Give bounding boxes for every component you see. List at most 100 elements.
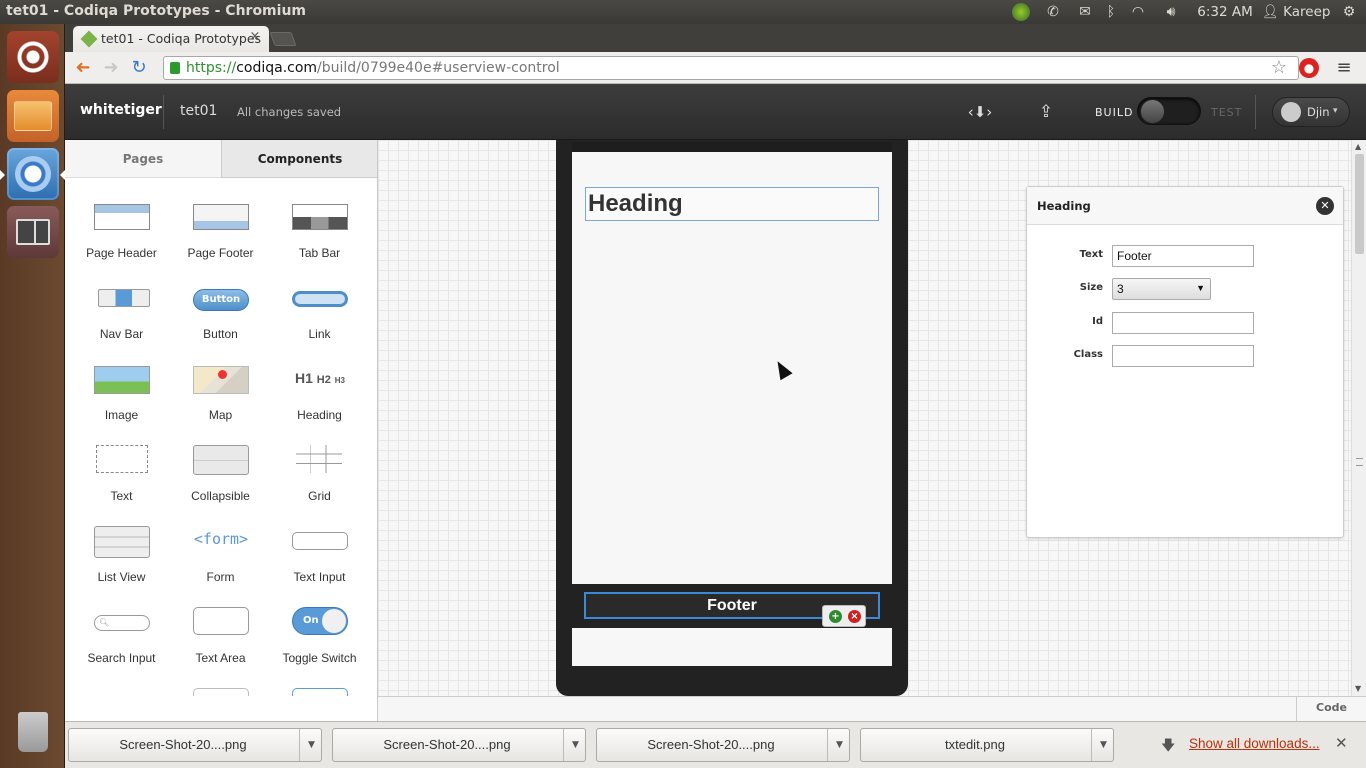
chromium-icon[interactable]	[7, 148, 59, 200]
clock[interactable]: 6:32 AM	[1196, 2, 1254, 22]
component-partial	[292, 688, 348, 696]
component-text[interactable]: Text	[72, 433, 171, 513]
component-grid[interactable]: Grid	[270, 433, 369, 513]
design-canvas[interactable]: Heading Footer + × Heading ✕ Text Footer…	[378, 140, 1351, 696]
component-list-view[interactable]: List View	[72, 514, 171, 594]
component-map[interactable]: Map	[171, 352, 270, 432]
component-form[interactable]: <form> Form	[171, 514, 270, 594]
download-item[interactable]: Screen-Shot-20....png ▼	[68, 728, 322, 762]
close-icon[interactable]: ✕	[1316, 197, 1334, 215]
workspace-switcher-icon[interactable]	[7, 206, 59, 258]
id-field[interactable]	[1112, 312, 1254, 334]
component-text-input[interactable]: Text Input	[270, 514, 369, 594]
url-text: https://codiqa.com/build/0799e40e#uservi…	[186, 60, 560, 76]
component-collapsible[interactable]: Collapsible	[171, 433, 270, 513]
account-name[interactable]: whitetiger	[80, 102, 162, 118]
tab-components[interactable]: Components	[221, 140, 377, 178]
chrome-menu-icon[interactable]: ≡	[1333, 57, 1355, 79]
bluetooth-icon[interactable]: ᛒ	[1102, 2, 1120, 22]
adblock-extension-icon[interactable]: ●	[1299, 58, 1319, 78]
mail-icon[interactable]: ✉	[1074, 2, 1096, 22]
heading-element[interactable]: Heading	[585, 187, 879, 221]
code-button[interactable]: Code	[1296, 697, 1366, 721]
export-code-icon[interactable]: ‹⬇›	[962, 100, 998, 124]
download-item[interactable]: txtedit.png ▼	[860, 728, 1114, 762]
canvas-scrollbar[interactable]: ▲ ▼	[1351, 140, 1366, 696]
map-pin-icon	[193, 366, 249, 394]
build-test-toggle[interactable]	[1137, 97, 1201, 125]
scroll-up-icon[interactable]: ▲	[1355, 142, 1361, 151]
forward-arrow-icon[interactable]: ➜	[99, 57, 123, 79]
scrollbar-thumb[interactable]	[1355, 154, 1364, 254]
heading-text: Heading	[588, 190, 683, 217]
header-divider	[1255, 95, 1256, 129]
form-icon: <form>	[193, 530, 249, 548]
page-footer[interactable]: Footer + ×	[572, 584, 892, 628]
text-field[interactable]: Footer	[1112, 245, 1254, 267]
download-item[interactable]: Screen-Shot-20....png ▼	[332, 728, 586, 762]
remove-icon[interactable]: ×	[848, 610, 861, 623]
settings-gear-icon[interactable]: ⚙	[1338, 2, 1360, 22]
class-field[interactable]	[1112, 345, 1254, 367]
wifi-icon[interactable]: ◠	[1126, 2, 1150, 22]
dash-home-icon[interactable]	[7, 31, 59, 83]
add-icon[interactable]: +	[829, 610, 842, 623]
window-title: tet01 - Codiqa Prototypes - Chromium	[6, 3, 307, 19]
project-name[interactable]: tet01	[180, 103, 217, 119]
component-search-input[interactable]: 🔍︎ Search Input	[72, 595, 171, 675]
component-page-footer[interactable]: Page Footer	[171, 190, 270, 270]
chevron-down-icon[interactable]: ▼	[563, 729, 587, 761]
codiqa-favicon-icon	[80, 30, 98, 48]
dropdown-caret-icon: ▼	[1196, 283, 1205, 293]
footer-text: Footer	[707, 597, 757, 614]
new-tab-button[interactable]	[269, 32, 297, 46]
close-icon[interactable]: ✕	[1335, 734, 1348, 752]
text-area-icon	[193, 607, 249, 635]
component-tab-bar[interactable]: Tab Bar	[270, 190, 369, 270]
component-button[interactable]: Button Button	[171, 271, 270, 351]
download-item[interactable]: Screen-Shot-20....png ▼	[596, 728, 850, 762]
component-page-header[interactable]: Page Header	[72, 190, 171, 270]
size-select[interactable]: 3 ▼	[1112, 278, 1211, 300]
prop-row-class: Class	[1027, 345, 1343, 369]
share-icon[interactable]: ⇪	[1033, 100, 1059, 124]
component-nav-bar[interactable]: Nav Bar	[72, 271, 171, 351]
page-header-bar[interactable]	[572, 142, 892, 152]
back-arrow-icon[interactable]: ➜	[71, 57, 95, 79]
tab-pages[interactable]: Pages	[65, 140, 221, 178]
code-panel-bar: Code	[378, 696, 1366, 721]
page-bottom	[572, 628, 892, 666]
browser-tab[interactable]: tet01 - Codiqa Prototypes	[73, 26, 269, 52]
address-bar[interactable]: https://codiqa.com/build/0799e40e#uservi…	[163, 56, 1299, 80]
reload-icon[interactable]: ↻	[127, 57, 151, 79]
phone-icon[interactable]: ✆	[1042, 2, 1064, 22]
system-top-panel: tet01 - Codiqa Prototypes - Chromium ✆ ✉…	[0, 0, 1366, 24]
tab-close-icon[interactable]: ×	[248, 30, 262, 44]
files-icon[interactable]	[7, 90, 59, 142]
user-menu-button[interactable]: Djin ▾	[1272, 97, 1350, 127]
avatar	[1281, 102, 1301, 122]
splitter-grip[interactable]	[1356, 458, 1363, 466]
phone-screen[interactable]: Heading Footer + ×	[572, 142, 892, 666]
browser-toolbar: ➜ ➜ ↻ https://codiqa.com/build/0799e40e#…	[65, 52, 1366, 84]
component-toggle-switch[interactable]: On Toggle Switch	[270, 595, 369, 675]
toggle-knob	[1140, 99, 1165, 124]
show-all-downloads-link[interactable]: Show all downloads...	[1189, 736, 1320, 751]
component-text-area[interactable]: Text Area	[171, 595, 270, 675]
app-indicator-icon[interactable]	[1010, 2, 1032, 22]
bookmark-star-icon[interactable]: ☆	[1267, 56, 1291, 80]
component-image[interactable]: Image	[72, 352, 171, 432]
volume-icon[interactable]: 🔊︎	[1157, 2, 1185, 22]
page-footer-icon	[193, 204, 249, 230]
lock-icon	[170, 62, 180, 74]
component-heading[interactable]: H1 H2 H3 Heading	[270, 352, 369, 432]
heading-icon: H1 H2 H3	[295, 370, 345, 386]
test-mode-label: TEST	[1211, 106, 1243, 119]
text-input-icon	[292, 532, 348, 550]
chevron-down-icon[interactable]: ▼	[827, 729, 851, 761]
trash-icon[interactable]	[7, 706, 59, 758]
component-link[interactable]: Link	[270, 271, 369, 351]
scroll-down-icon[interactable]: ▼	[1355, 684, 1361, 693]
chevron-down-icon[interactable]: ▼	[1091, 729, 1115, 761]
chevron-down-icon[interactable]: ▼	[299, 729, 323, 761]
